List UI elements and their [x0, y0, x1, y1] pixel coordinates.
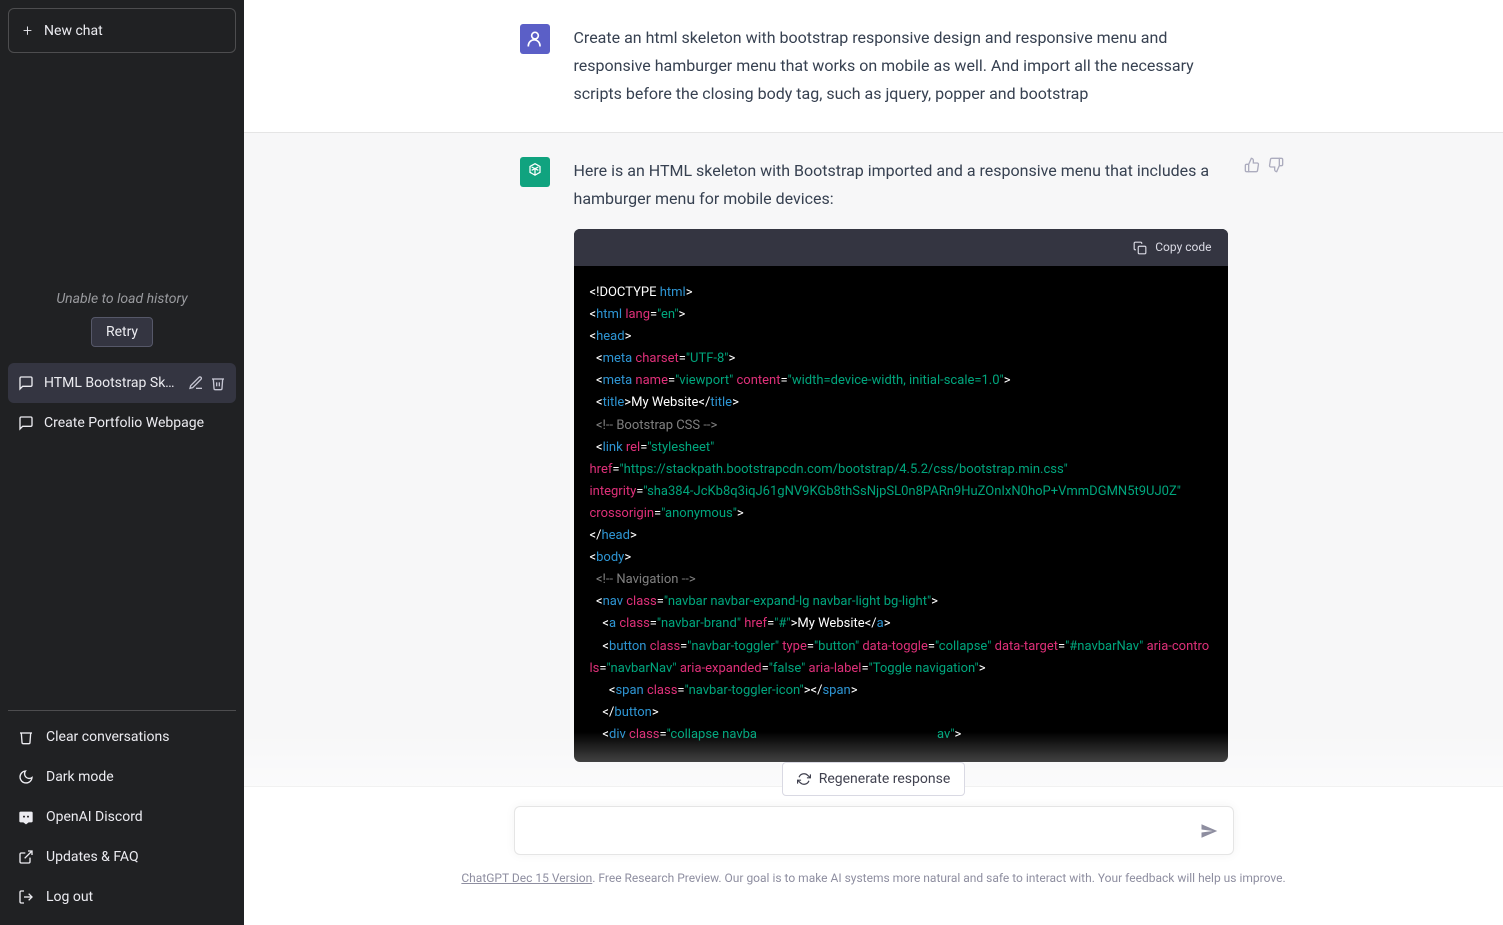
updates-faq[interactable]: Updates & FAQ	[8, 837, 236, 877]
send-button[interactable]	[1196, 818, 1222, 848]
logout[interactable]: Log out	[8, 877, 236, 917]
input-area: Regenerate response ChatGPT Dec 15 Versi…	[244, 732, 1503, 925]
regenerate-button[interactable]: Regenerate response	[782, 762, 966, 796]
main-chat-area: Create an html skeleton with bootstrap r…	[244, 0, 1503, 925]
chat-icon	[18, 375, 34, 391]
new-chat-button[interactable]: + New chat	[8, 8, 236, 53]
sidebar-bottom-menu: Clear conversations Dark mode OpenAI Dis…	[8, 710, 236, 917]
user-message-row: Create an html skeleton with bootstrap r…	[244, 0, 1503, 133]
dark-mode[interactable]: Dark mode	[8, 757, 236, 797]
code-block: Copy code <!DOCTYPE html> <html lang="en…	[574, 229, 1228, 762]
copy-code-button[interactable]: Copy code	[1133, 237, 1211, 258]
conversation-list: HTML Bootstrap Skelet Create Portfolio W…	[8, 363, 236, 443]
chat-icon	[18, 415, 34, 431]
assistant-message-content: Here is an HTML skeleton with Bootstrap …	[574, 157, 1228, 762]
assistant-intro-text: Here is an HTML skeleton with Bootstrap …	[574, 157, 1228, 213]
conversation-label: HTML Bootstrap Skelet	[44, 375, 178, 391]
edit-icon[interactable]	[188, 375, 204, 391]
person-icon	[525, 29, 545, 49]
conversation-item[interactable]: Create Portfolio Webpage	[8, 403, 236, 443]
thumbs-up-icon[interactable]	[1244, 157, 1260, 173]
history-error-text: Unable to load history	[8, 291, 236, 307]
logout-icon	[18, 889, 34, 905]
refresh-icon	[797, 772, 811, 786]
thumbs-down-icon[interactable]	[1268, 157, 1284, 173]
trash-icon	[18, 729, 34, 745]
clear-conversations[interactable]: Clear conversations	[8, 717, 236, 757]
feedback-buttons	[1244, 157, 1284, 173]
clipboard-icon	[1133, 241, 1147, 255]
conversation-item[interactable]: HTML Bootstrap Skelet	[8, 363, 236, 403]
conversation-label: Create Portfolio Webpage	[44, 415, 226, 431]
discord-icon	[18, 809, 34, 825]
user-message-text: Create an html skeleton with bootstrap r…	[574, 24, 1228, 108]
assistant-message-row: Here is an HTML skeleton with Bootstrap …	[244, 133, 1503, 787]
openai-icon	[525, 162, 545, 182]
sidebar: + New chat Unable to load history Retry …	[0, 0, 244, 925]
external-link-icon	[18, 849, 34, 865]
user-avatar	[520, 24, 550, 54]
code-body: <!DOCTYPE html> <html lang="en"> <head> …	[574, 266, 1228, 762]
discord-link[interactable]: OpenAI Discord	[8, 797, 236, 837]
retry-button[interactable]: Retry	[91, 317, 153, 347]
plus-icon: +	[23, 21, 32, 40]
code-header: Copy code	[574, 229, 1228, 266]
assistant-avatar	[520, 157, 550, 187]
new-chat-label: New chat	[44, 23, 103, 39]
chat-input[interactable]	[514, 806, 1234, 855]
send-icon	[1200, 822, 1218, 840]
sidebar-history: Unable to load history Retry HTML Bootst…	[8, 61, 236, 704]
moon-icon	[18, 769, 34, 785]
version-link[interactable]: ChatGPT Dec 15 Version	[461, 871, 592, 885]
footer-text: ChatGPT Dec 15 Version. Free Research Pr…	[244, 871, 1503, 885]
trash-icon[interactable]	[210, 375, 226, 391]
